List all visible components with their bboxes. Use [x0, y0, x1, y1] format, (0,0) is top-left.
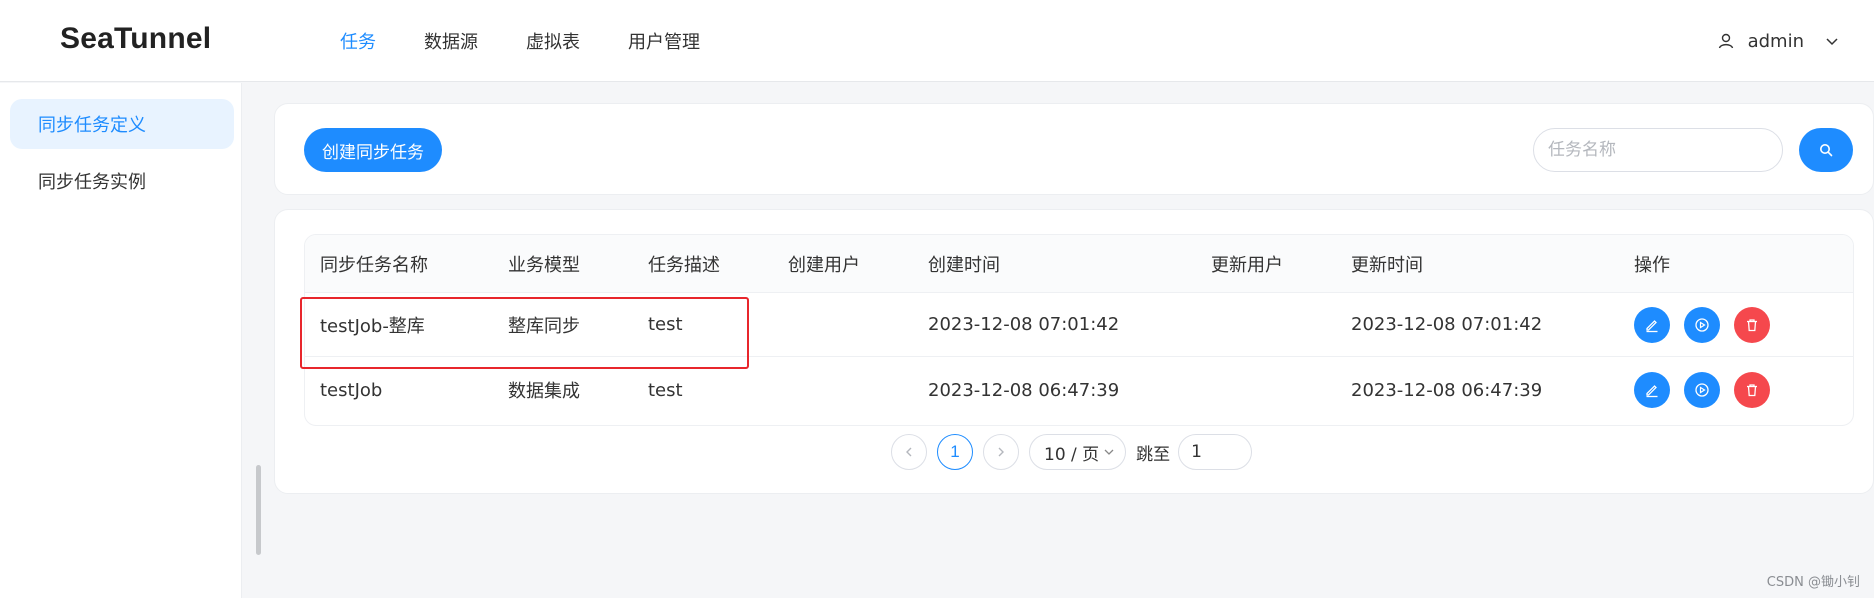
chevron-left-icon [906, 447, 912, 457]
prev-page-button[interactable] [891, 434, 927, 470]
top-header: SeaTunnel 任务 数据源 虚拟表 用户管理 admin [0, 0, 1874, 82]
jump-page-input[interactable] [1178, 434, 1253, 470]
next-page-button[interactable] [983, 434, 1019, 470]
column-header: 更新用户 [1211, 254, 1283, 276]
user-name: admin [1747, 30, 1804, 52]
column-header: 同步任务名称 [320, 254, 428, 276]
sidebar-item-sync-task-definition[interactable]: 同步任务定义 [10, 99, 234, 149]
create-sync-task-button[interactable]: 创建同步任务 [304, 128, 442, 172]
sidebar-item-sync-task-instance[interactable]: 同步任务实例 [10, 156, 234, 206]
jump-label: 跳至 [1136, 444, 1171, 465]
user-icon [1718, 33, 1733, 49]
column-header: 任务描述 [648, 254, 720, 276]
main-nav: 任务 数据源 虚拟表 用户管理 [340, 0, 748, 82]
chevron-down-icon [1104, 449, 1114, 455]
row-actions [1634, 293, 1784, 356]
app-logo: SeaTunnel [60, 22, 212, 55]
chevron-down-icon [1826, 38, 1838, 46]
delete-icon [1747, 318, 1757, 331]
column-header: 更新时间 [1351, 254, 1423, 276]
highlight-annotation-box [300, 297, 749, 369]
nav-item-user-management[interactable]: 用户管理 [628, 28, 700, 54]
page-number-button[interactable]: 1 [937, 434, 973, 470]
run-icon [1695, 317, 1709, 332]
updated-time-cell: 2023-12-08 06:47:39 [1351, 379, 1543, 401]
delete-button[interactable] [1734, 306, 1770, 343]
sidebar: 同步任务定义 同步任务实例 [0, 83, 242, 598]
delete-icon [1747, 384, 1757, 397]
run-button[interactable] [1684, 306, 1720, 343]
user-menu[interactable]: admin [1716, 0, 1840, 82]
delete-button[interactable] [1734, 372, 1770, 408]
column-header: 操作 [1634, 254, 1670, 276]
column-header: 业务模型 [508, 254, 580, 276]
watermark: CSDN @锄小钊 [1766, 575, 1860, 590]
edit-button[interactable] [1634, 372, 1670, 408]
task-name-search-input[interactable] [1533, 128, 1783, 172]
nav-item-virtual-table[interactable]: 虚拟表 [526, 28, 580, 54]
search-icon [1820, 144, 1833, 157]
column-header: 创建时间 [928, 254, 1000, 276]
edit-icon [1646, 385, 1658, 398]
updated-time-cell: 2023-12-08 07:01:42 [1351, 314, 1543, 335]
chevron-right-icon [998, 447, 1004, 457]
search-button[interactable] [1799, 128, 1853, 172]
pagination: 1 10 / 页 跳至 [891, 433, 1253, 471]
run-button[interactable] [1684, 372, 1720, 408]
created-time-cell: 2023-12-08 07:01:42 [928, 314, 1120, 335]
nav-item-tasks[interactable]: 任务 [340, 28, 376, 54]
page-size-value: 10 / 页 [1044, 444, 1100, 465]
created-time-cell: 2023-12-08 06:47:39 [928, 379, 1120, 401]
column-header: 创建用户 [788, 254, 860, 276]
sidebar-scrollbar[interactable] [256, 465, 261, 555]
edit-icon [1646, 319, 1658, 332]
edit-button[interactable] [1634, 306, 1670, 343]
page-size-select[interactable]: 10 / 页 [1029, 434, 1127, 470]
run-icon [1695, 383, 1709, 397]
nav-item-datasource[interactable]: 数据源 [424, 28, 478, 54]
table-header-row: 同步任务名称 业务模型 任务描述 创建用户 创建时间 更新用户 更新时间 操作 [305, 235, 1853, 293]
toolbar-card: 创建同步任务 [274, 103, 1874, 195]
row-actions [1634, 358, 1784, 422]
